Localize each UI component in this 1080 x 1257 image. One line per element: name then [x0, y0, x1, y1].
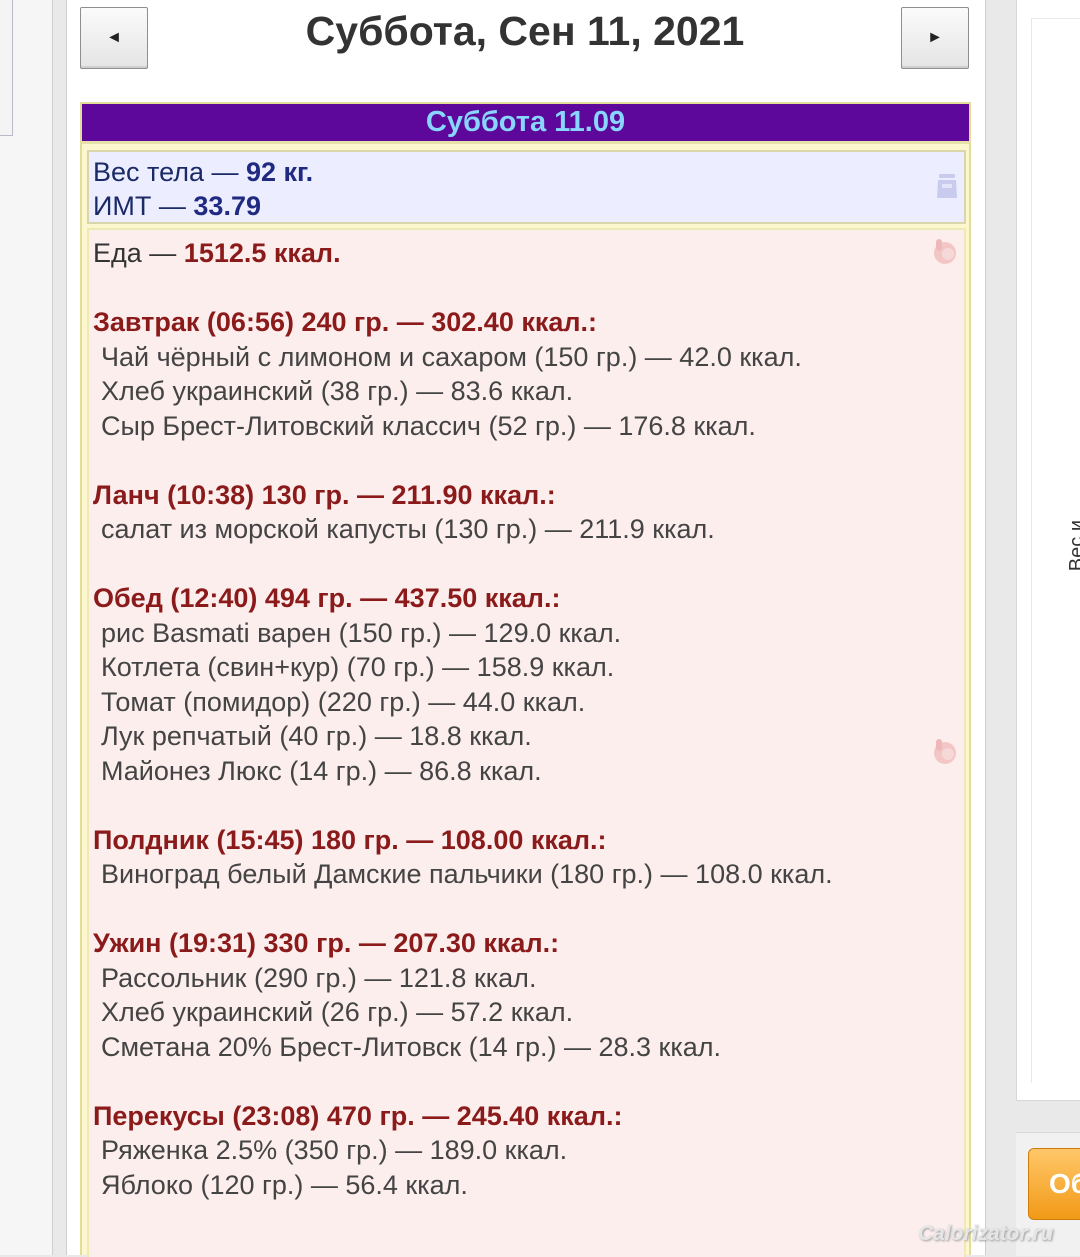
meal-item: Яблоко (120 гр.) — 56.4 ккал. [101, 1169, 468, 1200]
food-total-row: Еда — 1512.5 ккал. [93, 236, 964, 271]
body-weight-row: Вес тела — 92 кг. [93, 155, 964, 189]
meal-afternoon-snack: Полдник (15:45) 180 гр. — 108.00 ккал.: … [93, 823, 964, 892]
meal-lunch-snack: Ланч (10:38) 130 гр. — 211.90 ккал.: сал… [93, 478, 964, 547]
meal-header: Ужин (19:31) 330 гр. — 207.30 ккал.: [93, 928, 560, 958]
meal-header: Перекусы (23:08) 470 гр. — 245.40 ккал.: [93, 1100, 623, 1131]
meal-item: Сметана 20% Брест-Литовск (14 гр.) — 28.… [101, 1031, 721, 1062]
meal-item: Котлета (свин+кур) (70 гр.) — 158.9 ккал… [101, 652, 615, 682]
bmi-label: ИМТ — [93, 191, 194, 221]
watermark: Calorizator.ru [918, 1222, 1054, 1245]
meal-item: Майонез Люкс (14 гр.) — 86.8 ккал. [101, 755, 542, 786]
orange-action-button[interactable]: Об [1028, 1148, 1080, 1220]
right-sidebar-vertical-label: Вес и [1066, 520, 1080, 572]
meal-header: Ланч (10:38) 130 гр. — 211.90 ккал.: [93, 479, 556, 510]
meal-item: Лук репчатый (40 гр.) — 18.8 ккал. [101, 721, 532, 751]
meal-header: Полдник (15:45) 180 гр. — 108.00 ккал.: [93, 824, 607, 855]
meal-dinner: Ужин (19:31) 330 гр. — 207.30 ккал.: Рас… [93, 926, 964, 1064]
left-panel-fragment [0, 0, 13, 136]
body-weight-value: 92 кг. [245, 157, 314, 187]
meal-item: Хлеб украинский (38 гр.) — 83.6 ккал. [101, 376, 574, 406]
food-total-label: Еда — [93, 238, 184, 268]
food-panel[interactable]: Еда — 1512.5 ккал. Завтрак (06:56) 240 г… [87, 228, 966, 1257]
scale-icon[interactable] [936, 172, 958, 200]
meal-lunch: Обед (12:40) 494 гр. — 437.50 ккал.: рис… [93, 581, 964, 788]
meal-item: Рассольник (290 гр.) — 121.8 ккал. [101, 962, 537, 993]
day-header: Суббота 11.09 [82, 104, 969, 144]
meal-item: Сыр Брест-Литовский классич (52 гр.) — 1… [101, 410, 756, 441]
meal-item: салат из морской капусты (130 гр.) — 211… [101, 514, 715, 544]
meal-snacks: Перекусы (23:08) 470 гр. — 245.40 ккал.:… [93, 1099, 964, 1203]
day-card: Суббота 11.09 Вес тела — 92 кг. ИМТ — 33… [80, 102, 971, 1257]
meal-item: Хлеб украинский (26 гр.) — 57.2 ккал. [101, 997, 574, 1027]
bmi-value: 33.79 [193, 191, 261, 221]
next-day-button[interactable]: ► [901, 7, 969, 69]
meal-header: Завтрак (06:56) 240 гр. — 302.40 ккал.: [93, 307, 598, 337]
meal-item: Ряженка 2.5% (350 гр.) — 189.0 ккал. [101, 1135, 568, 1165]
weight-panel[interactable]: Вес тела — 92 кг. ИМТ — 33.79 [87, 150, 966, 224]
bmi-row: ИМТ — 33.79 [93, 189, 964, 223]
page-title: Суббота, Сен 11, 2021 [305, 8, 745, 54]
meal-item: рис Basmati варен (150 гр.) — 129.0 ккал… [101, 617, 622, 648]
food-total-value: 1512.5 ккал. [183, 238, 341, 268]
prev-day-button[interactable]: ◄ [80, 7, 148, 69]
meal-header: Обед (12:40) 494 гр. — 437.50 ккал.: [93, 583, 561, 613]
hand-pointer-icon[interactable] [930, 236, 960, 266]
meal-item: Виноград белый Дамские пальчики (180 гр.… [101, 859, 833, 889]
hand-pointer-icon[interactable] [930, 736, 960, 766]
meal-item: Чай чёрный с лимоном и сахаром (150 гр.)… [101, 341, 802, 372]
body-weight-label: Вес тела — [93, 157, 246, 187]
meal-breakfast: Завтрак (06:56) 240 гр. — 302.40 ккал.: … [93, 305, 964, 443]
meal-item: Томат (помидор) (220 гр.) — 44.0 ккал. [101, 686, 586, 717]
left-page-edge [0, 0, 53, 1255]
